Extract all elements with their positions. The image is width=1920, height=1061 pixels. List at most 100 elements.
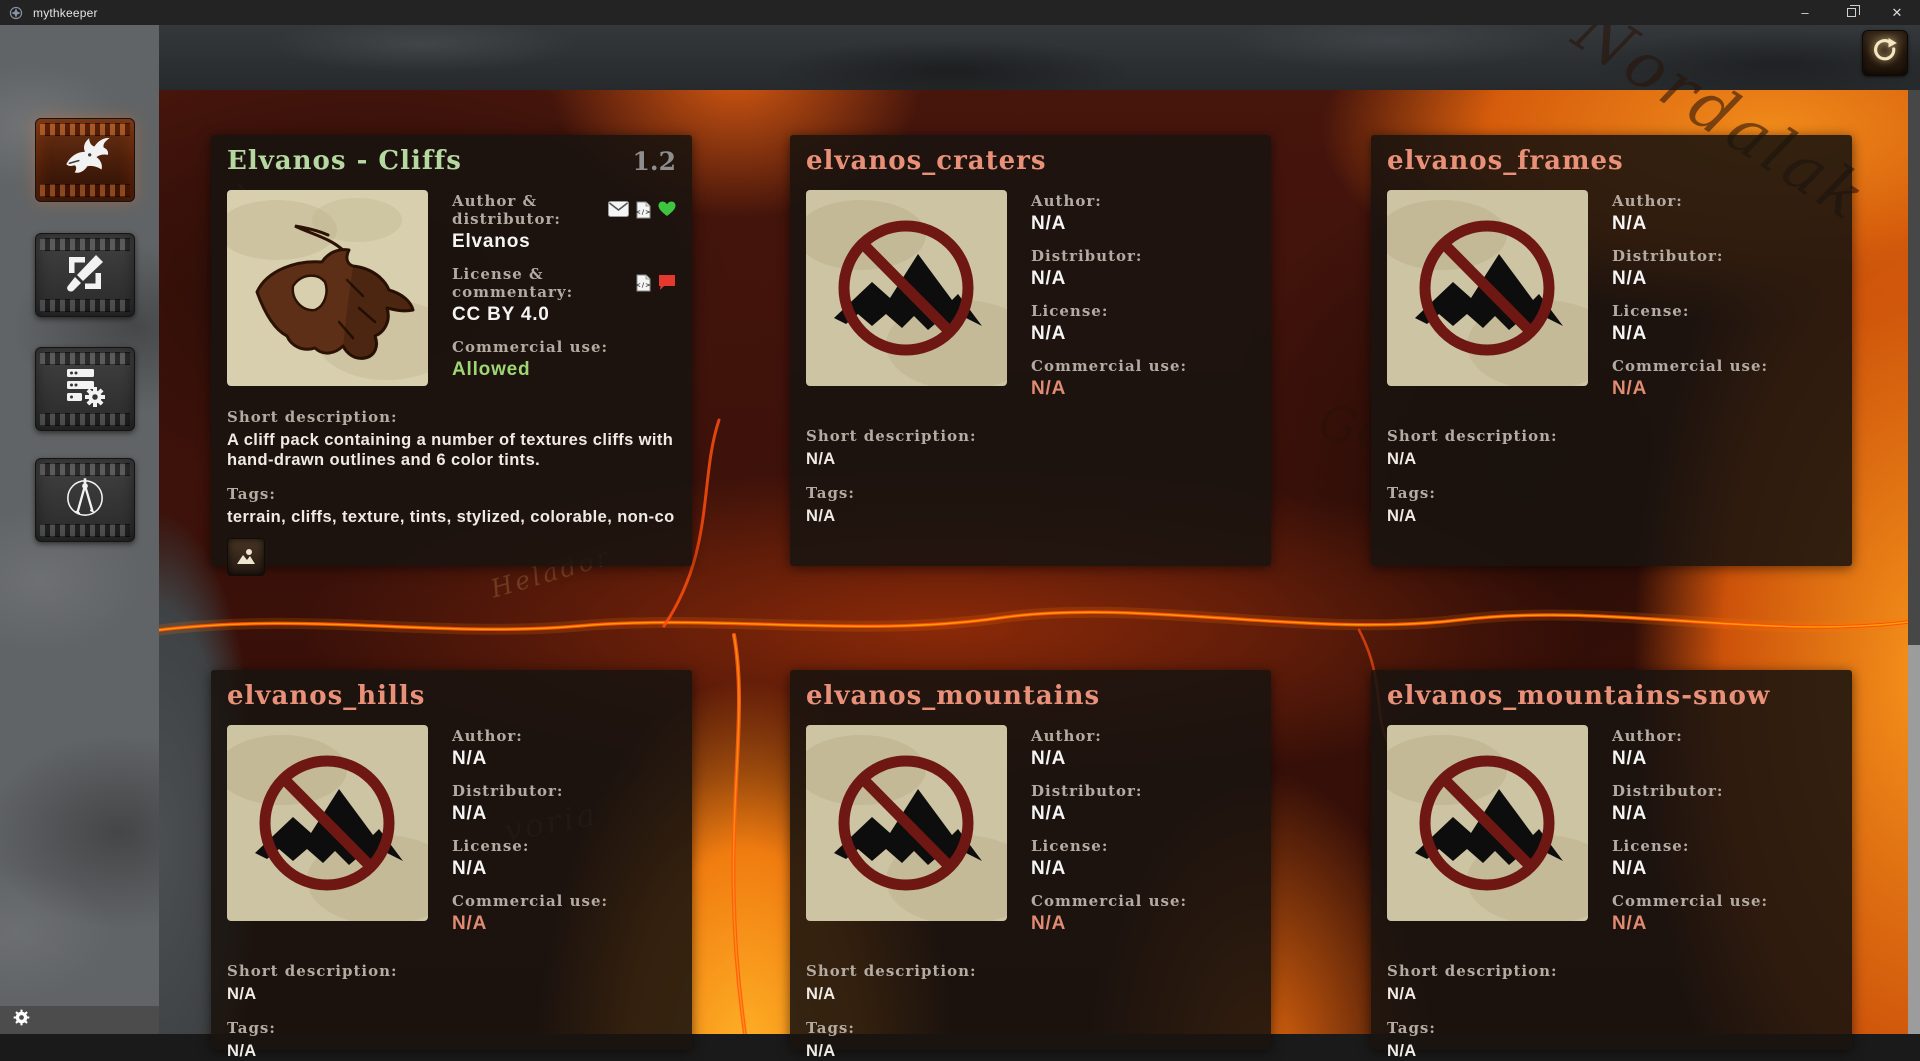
minimize-button[interactable]: –: [1782, 0, 1828, 25]
field-label: License:: [452, 837, 676, 855]
field-label-text: Author:: [1031, 191, 1102, 210]
gallery-button[interactable]: [227, 538, 265, 577]
field-label: Distributor:: [1612, 782, 1836, 800]
field-label-text: Commercial use:: [1031, 891, 1188, 910]
field-value: N/A: [1031, 857, 1067, 879]
card-footer: [227, 538, 676, 577]
sidebar-item-tools[interactable]: [35, 458, 135, 542]
field-label: Author:: [452, 727, 676, 745]
field-value: N/A: [1612, 267, 1648, 289]
asset-card: elvanos_mountains Author: N/A Distributor:…: [790, 670, 1271, 1060]
sidebar-item-assets[interactable]: [35, 118, 135, 202]
field-label-text: Author:: [1612, 726, 1683, 745]
compass-icon: [59, 472, 111, 529]
tags-label: Tags:: [1387, 484, 1436, 503]
refresh-button[interactable]: [1862, 30, 1908, 76]
field-label-text: License:: [452, 836, 530, 855]
field-value: N/A: [452, 747, 488, 769]
field-value: CC BY 4.0: [452, 303, 550, 325]
code-file-icon[interactable]: </>: [636, 201, 651, 219]
field-label-text: Commercial use:: [1612, 356, 1769, 375]
mail-icon[interactable]: [608, 200, 629, 219]
card-fields: Author & distributor: </> Elvanos License &…: [452, 190, 676, 393]
field-label: License:: [1612, 837, 1836, 855]
comment-icon[interactable]: [658, 274, 676, 292]
tags-label: Tags:: [806, 1019, 855, 1038]
scrollbar-thumb[interactable]: [1908, 645, 1920, 1034]
field-label: License:: [1612, 302, 1836, 320]
short-description-value: N/A: [1387, 449, 1417, 468]
restore-icon: [1846, 5, 1860, 17]
field-label-text: Author & distributor:: [452, 191, 561, 228]
heart-icon[interactable]: [658, 201, 676, 219]
short-description-value: A cliff pack containing a number of text…: [227, 430, 674, 470]
scrollbar-track[interactable]: [1908, 90, 1920, 1034]
settings-gear-button[interactable]: [13, 1009, 30, 1031]
tags-value: N/A: [1387, 507, 1417, 526]
field-label: License & commentary: </>: [452, 265, 676, 301]
asset-card: elvanos_hills Author: N/A Distributor: N/A L…: [211, 670, 692, 1060]
dragon-logo-icon: [9, 6, 23, 19]
tags-value: N/A: [1387, 1042, 1417, 1061]
svg-text:</>: </>: [636, 281, 651, 289]
field-value: N/A: [452, 912, 488, 934]
tags-label: Tags:: [227, 1019, 276, 1038]
card-fields: Author: N/A Distributor: N/A License: N/A Comm…: [1031, 190, 1255, 412]
field-label: Author:: [1031, 727, 1255, 745]
field-label: Commercial use:: [1612, 892, 1836, 910]
card-fields: Author: N/A Distributor: N/A License: N/A Comm…: [1612, 725, 1836, 947]
card-thumbnail[interactable]: [806, 724, 1007, 921]
sidebar-footer: [0, 1006, 159, 1034]
field-label-text: Commercial use:: [1031, 356, 1188, 375]
code-file-icon[interactable]: </>: [636, 274, 651, 292]
field-label: License:: [1031, 302, 1255, 320]
field-label-text: Commercial use:: [1612, 891, 1769, 910]
field-label: Distributor:: [1031, 782, 1255, 800]
field-label-text: License:: [1612, 836, 1690, 855]
field-label-text: Distributor:: [1031, 246, 1143, 265]
sidebar-item-customize[interactable]: [35, 233, 135, 317]
field-label: Commercial use:: [1031, 892, 1255, 910]
card-title: elvanos_mountains-snow: [1387, 681, 1771, 711]
field-value: N/A: [1612, 322, 1648, 344]
field-label: Commercial use:: [452, 338, 676, 356]
card-thumbnail[interactable]: [1387, 724, 1588, 921]
field-label: Commercial use:: [1031, 357, 1255, 375]
gear-icon: [13, 1009, 30, 1031]
window-title: mythkeeper: [33, 5, 98, 20]
field-value: N/A: [1612, 212, 1648, 234]
card-thumbnail[interactable]: [806, 189, 1007, 386]
field-label: Author:: [1031, 192, 1255, 210]
short-description-value: N/A: [806, 449, 836, 468]
field-value: N/A: [1031, 912, 1067, 934]
card-title: elvanos_frames: [1387, 146, 1624, 176]
short-description-value: N/A: [806, 984, 836, 1003]
tags-value: N/A: [227, 1042, 257, 1061]
card-version: 1.2: [632, 147, 677, 176]
tags-value: N/A: [806, 507, 836, 526]
field-label: Author & distributor: </>: [452, 192, 676, 228]
tags-label: Tags:: [227, 485, 276, 504]
close-button[interactable]: ✕: [1874, 0, 1920, 25]
asset-card: Elvanos - Cliffs 1.2 Author & distributo…: [211, 135, 692, 577]
sidebar: [0, 25, 159, 1034]
restore-button[interactable]: [1828, 0, 1874, 25]
field-value: N/A: [1612, 912, 1648, 934]
field-label: Distributor:: [1612, 247, 1836, 265]
field-label: Commercial use:: [452, 892, 676, 910]
field-label-text: Distributor:: [1612, 246, 1724, 265]
dragon-icon: [59, 132, 111, 189]
card-thumbnail[interactable]: [1387, 189, 1588, 386]
card-thumbnail[interactable]: [227, 189, 428, 386]
field-label: Commercial use:: [1612, 357, 1836, 375]
field-label-text: Distributor:: [1612, 781, 1724, 800]
short-description-value: N/A: [1387, 984, 1417, 1003]
titlebar: mythkeeper – ✕: [0, 0, 1920, 25]
card-thumbnail[interactable]: [227, 724, 428, 921]
image-icon: [234, 544, 258, 571]
field-label: Author:: [1612, 192, 1836, 210]
asset-card: elvanos_craters Author: N/A Distributor: N/…: [790, 135, 1271, 566]
field-value: N/A: [452, 802, 488, 824]
field-value: N/A: [1031, 377, 1067, 399]
sidebar-item-manage[interactable]: [35, 347, 135, 431]
